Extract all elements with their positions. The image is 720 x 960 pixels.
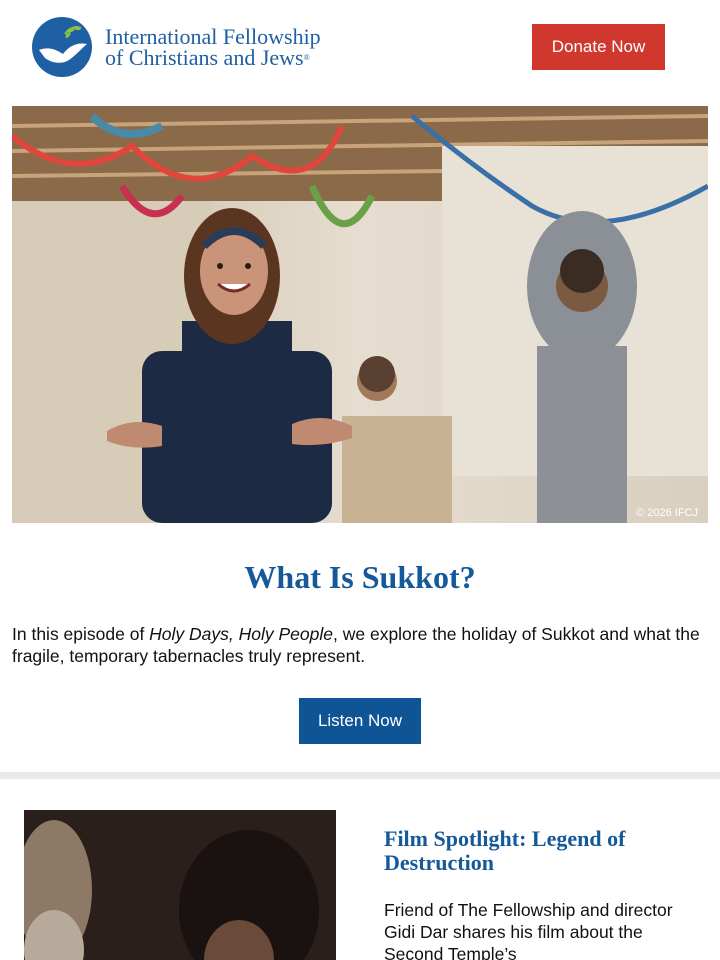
film-title[interactable]: Film Spotlight: Legend of Destruction: [384, 827, 674, 875]
logo-line-2: of Christians and Jews: [105, 45, 304, 70]
description-intro: In this episode of: [12, 624, 150, 644]
film-description: Friend of The Fellowship and director Gi…: [384, 900, 673, 960]
email-header: International Fellowship of Christians a…: [0, 0, 720, 97]
ifcj-logo[interactable]: International Fellowship of Christians a…: [31, 16, 321, 78]
registered-mark: ®: [303, 53, 310, 62]
film-spotlight-card: Film Spotlight: Legend of Destruction Fr…: [0, 779, 720, 960]
feature-title: What Is Sukkot?: [244, 559, 476, 595]
logo-wordmark: International Fellowship of Christians a…: [105, 24, 321, 70]
listen-now-button[interactable]: Listen Now: [299, 698, 421, 744]
podcast-name: Holy Days, Holy People: [149, 624, 333, 644]
feature-description: In this episode of Holy Days, Holy Peopl…: [12, 623, 708, 667]
film-still-illustration: [24, 810, 336, 960]
hero-image[interactable]: © 2026 IFCJ: [12, 106, 708, 523]
sukkah-scene-illustration: © 2026 IFCJ: [12, 106, 708, 523]
logo-line-1: International Fellowship: [105, 24, 321, 49]
film-thumbnail-image[interactable]: [24, 810, 336, 960]
photo-copyright: © 2026 IFCJ: [636, 507, 698, 519]
dove-logo-icon: [32, 17, 92, 77]
sukkot-feature-card: © 2026 IFCJ What Is Sukkot? In this epis…: [0, 97, 720, 772]
donate-now-button[interactable]: Donate Now: [532, 24, 665, 70]
